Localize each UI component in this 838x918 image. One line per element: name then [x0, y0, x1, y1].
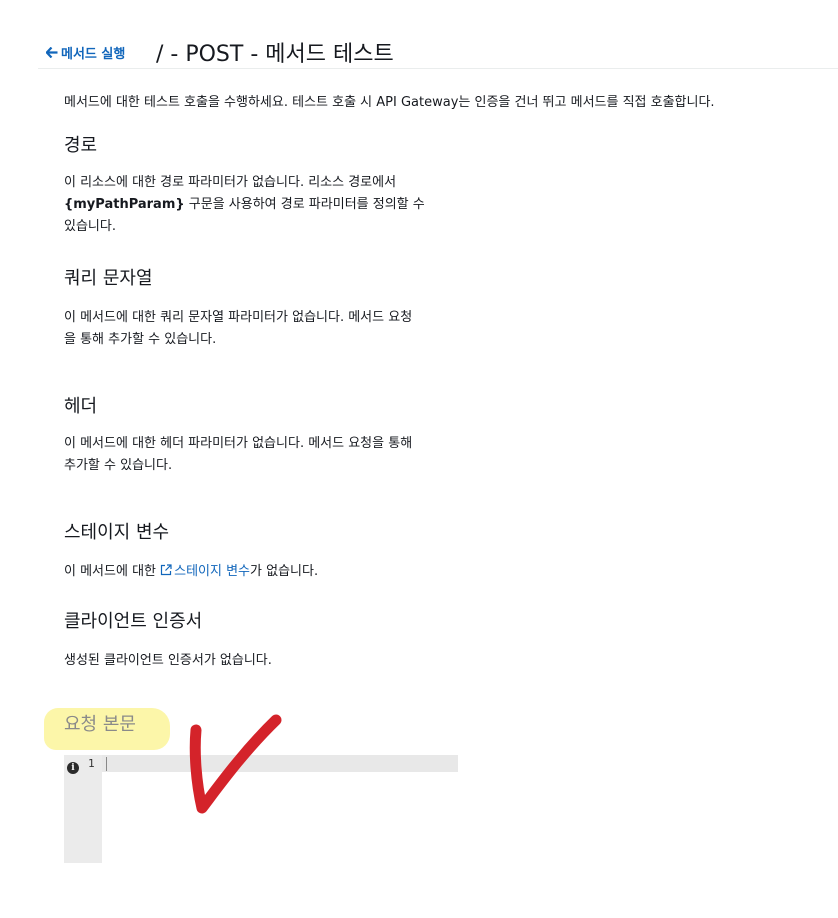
stage-link-label: 스테이지 변수	[174, 564, 251, 579]
query-section-title: 쿼리 문자열	[64, 268, 153, 289]
path-text-3: 있습니다.	[64, 219, 116, 234]
headers-section-text: 이 메서드에 대한 헤더 파라미터가 없습니다. 메서드 요청을 통해 추가할 …	[64, 433, 464, 477]
request-body-title: 요청 본문	[64, 714, 136, 735]
path-section-title: 경로	[64, 135, 98, 156]
text-cursor	[106, 757, 107, 771]
path-text-2: 구문을 사용하여 경로 파라미터를 정의할 수	[184, 197, 425, 212]
stage-text-prefix: 이 메서드에 대한	[64, 564, 161, 579]
path-param-token: {myPathParam}	[64, 197, 185, 212]
page-header: 메서드 실행 / - POST - 메서드 테스트	[38, 36, 838, 69]
headers-line-2: 추가할 수 있습니다.	[64, 458, 173, 473]
query-line-1: 이 메서드에 대한 쿼리 문자열 파라미터가 없습니다. 메서드 요청	[64, 310, 413, 325]
query-section-text: 이 메서드에 대한 쿼리 문자열 파라미터가 없습니다. 메서드 요청 을 통해…	[64, 307, 464, 351]
info-icon: i	[67, 762, 79, 774]
stage-section-title: 스테이지 변수	[64, 522, 170, 543]
headers-line-1: 이 메서드에 대한 헤더 파라미터가 없습니다. 메서드 요청을 통해	[64, 436, 413, 451]
stage-section-text: 이 메서드에 대한 스테이지 변수가 없습니다.	[64, 561, 318, 583]
stage-variables-link[interactable]: 스테이지 변수	[160, 564, 250, 579]
arrow-left-icon	[45, 46, 58, 62]
page-title: / - POST - 메서드 테스트	[156, 42, 394, 67]
query-line-2: 을 통해 추가할 수 있습니다.	[64, 332, 217, 347]
headers-section-title: 헤더	[64, 396, 98, 417]
cert-section-text: 생성된 클라이언트 인증서가 없습니다.	[64, 653, 272, 668]
red-checkmark-annotation	[189, 714, 282, 814]
line-number: 1	[88, 757, 95, 770]
back-link-label: 메서드 실행	[61, 47, 126, 62]
back-to-method-execution-link[interactable]: 메서드 실행	[45, 43, 126, 62]
external-link-icon	[160, 562, 172, 576]
cert-section-title: 클라이언트 인증서	[64, 611, 203, 632]
editor-gutter: i 1	[64, 755, 102, 863]
path-section-text: 이 리소스에 대한 경로 파라미터가 없습니다. 리소스 경로에서 {myPat…	[64, 172, 464, 238]
stage-text-suffix: 가 없습니다.	[250, 564, 319, 579]
intro-text: 메서드에 대한 테스트 호출을 수행하세요. 테스트 호출 시 API Gate…	[64, 95, 715, 110]
path-text-1: 이 리소스에 대한 경로 파라미터가 없습니다. 리소스 경로에서	[64, 175, 397, 190]
